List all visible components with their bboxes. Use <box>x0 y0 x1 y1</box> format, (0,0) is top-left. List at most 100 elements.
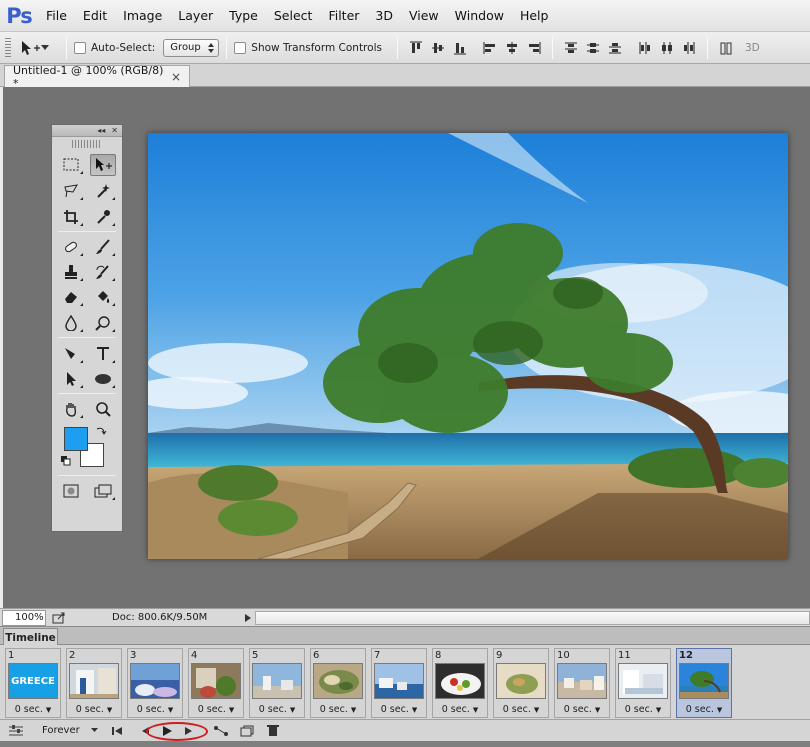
eyedropper-tool[interactable] <box>90 206 116 228</box>
timeline-frame[interactable]: 7 0 sec. ▼ <box>371 648 427 718</box>
blur-tool[interactable] <box>58 312 84 334</box>
frame-delay[interactable]: 0 sec. ▼ <box>433 704 487 715</box>
menu-window[interactable]: Window <box>447 0 512 31</box>
tween-button[interactable] <box>210 721 232 741</box>
swap-colors-icon[interactable] <box>95 425 107 437</box>
duplicate-frame-button[interactable] <box>236 721 258 741</box>
auto-select-dropdown[interactable]: Group <box>163 38 220 57</box>
close-panel-icon[interactable]: ✕ <box>111 126 118 135</box>
paint-bucket-tool[interactable] <box>90 286 116 308</box>
screen-mode-button[interactable] <box>90 480 116 502</box>
canvas-image[interactable] <box>148 133 788 559</box>
frame-number: 3 <box>130 650 137 661</box>
align-vcenter-button[interactable] <box>427 37 449 59</box>
type-tool[interactable] <box>90 343 116 365</box>
first-frame-button[interactable] <box>106 721 128 741</box>
distribute-bottom-button[interactable] <box>604 37 626 59</box>
frame-delay[interactable]: 0 sec. ▼ <box>372 704 426 715</box>
foreground-color-swatch[interactable] <box>64 427 88 451</box>
frame-delay[interactable]: 0 sec. ▼ <box>677 704 731 715</box>
align-right-button[interactable] <box>523 37 545 59</box>
align-bottom-button[interactable] <box>449 37 471 59</box>
frame-delay[interactable]: 0 sec. ▼ <box>128 704 182 715</box>
distribute-vcenter-button[interactable] <box>582 37 604 59</box>
move-tool[interactable] <box>90 154 116 176</box>
collapse-icon[interactable]: ◂◂ <box>97 126 105 135</box>
status-menu-arrow-icon[interactable] <box>244 613 252 623</box>
chevron-down-icon: ▼ <box>45 706 52 714</box>
align-top-button[interactable] <box>405 37 427 59</box>
loop-options-dropdown[interactable]: Forever <box>30 722 102 740</box>
menu-layer[interactable]: Layer <box>170 0 221 31</box>
zoom-tool[interactable] <box>90 398 116 420</box>
menu-filter[interactable]: Filter <box>320 0 367 31</box>
distribute-hcenter-button[interactable] <box>656 37 678 59</box>
crop-tool[interactable] <box>58 206 84 228</box>
zoom-level-field[interactable]: 100% <box>2 609 46 626</box>
default-colors-icon[interactable] <box>61 456 71 466</box>
magic-wand-icon <box>97 184 110 198</box>
timeline-options-icon[interactable] <box>8 725 24 737</box>
timeline-frame[interactable]: 6 0 sec. ▼ <box>310 648 366 718</box>
frame-delay[interactable]: 0 sec. ▼ <box>311 704 365 715</box>
healing-brush-tool[interactable] <box>58 236 84 258</box>
frame-delay[interactable]: 0 sec. ▼ <box>555 704 609 715</box>
quick-mask-button[interactable] <box>58 480 84 502</box>
menu-view[interactable]: View <box>401 0 447 31</box>
timeline-tab[interactable]: Timeline <box>3 628 58 646</box>
distribute-top-button[interactable] <box>560 37 582 59</box>
marquee-tool[interactable] <box>58 154 84 176</box>
hand-tool[interactable] <box>58 398 84 420</box>
close-icon[interactable]: × <box>171 70 181 84</box>
menu-select[interactable]: Select <box>266 0 321 31</box>
tools-grip[interactable] <box>72 140 102 148</box>
menu-3d[interactable]: 3D <box>367 0 401 31</box>
timeline-frame[interactable]: 3 0 sec. ▼ <box>127 648 183 718</box>
eraser-tool[interactable] <box>58 286 84 308</box>
frame-delay[interactable]: 0 sec. ▼ <box>6 704 60 715</box>
path-selection-tool[interactable] <box>58 368 84 390</box>
tools-panel-header[interactable]: ◂◂ ✕ <box>52 125 122 137</box>
tool-preset-picker[interactable] <box>19 39 59 57</box>
timeline-frame[interactable]: 12 0 sec. ▼ <box>676 648 732 718</box>
distribute-left-button[interactable] <box>634 37 656 59</box>
frame-delay[interactable]: 0 sec. ▼ <box>189 704 243 715</box>
menu-help[interactable]: Help <box>512 0 557 31</box>
ellipse-tool[interactable] <box>90 368 116 390</box>
timeline-frame[interactable]: 4 0 sec. ▼ <box>188 648 244 718</box>
frame-delay[interactable]: 0 sec. ▼ <box>67 704 121 715</box>
timeline-frame[interactable]: 2 0 sec. ▼ <box>66 648 122 718</box>
timeline-frame[interactable]: 8 0 sec. ▼ <box>432 648 488 718</box>
timeline-frame[interactable]: 5 0 sec. ▼ <box>249 648 305 718</box>
timeline-frame[interactable]: 9 0 sec. ▼ <box>493 648 549 718</box>
frame-delay[interactable]: 0 sec. ▼ <box>616 704 670 715</box>
delete-frame-button[interactable] <box>262 721 284 741</box>
history-brush-tool[interactable] <box>90 261 116 283</box>
timeline-frame[interactable]: 11 0 sec. ▼ <box>615 648 671 718</box>
frame-delay[interactable]: 0 sec. ▼ <box>250 704 304 715</box>
brush-tool[interactable] <box>90 236 116 258</box>
magic-wand-tool[interactable] <box>90 180 116 202</box>
distribute-right-button[interactable] <box>678 37 700 59</box>
export-icon[interactable] <box>52 612 66 624</box>
dodge-tool[interactable] <box>90 312 116 334</box>
clone-stamp-tool[interactable] <box>58 261 84 283</box>
menu-image[interactable]: Image <box>115 0 170 31</box>
frame-delay[interactable]: 0 sec. ▼ <box>494 704 548 715</box>
pen-tool[interactable] <box>58 343 84 365</box>
options-grip[interactable] <box>5 37 11 58</box>
align-hcenter-button[interactable] <box>501 37 523 59</box>
lasso-tool[interactable] <box>58 180 84 202</box>
horizontal-scrollbar[interactable] <box>255 611 810 625</box>
menu-file[interactable]: File <box>38 0 75 31</box>
document-tab[interactable]: Untitled-1 @ 100% (RGB/8) * × <box>4 64 190 90</box>
auto-select-checkbox[interactable] <box>74 41 86 54</box>
timeline-frame[interactable]: 10 0 sec. ▼ <box>554 648 610 718</box>
menu-edit[interactable]: Edit <box>75 0 115 31</box>
show-transform-checkbox[interactable] <box>234 41 247 54</box>
menu-type[interactable]: Type <box>221 0 266 31</box>
timeline-frame[interactable]: 1 GREECE 0 sec. ▼ <box>5 648 61 718</box>
distribute-hcenter-icon <box>661 41 672 54</box>
align-left-button[interactable] <box>479 37 501 59</box>
auto-align-button[interactable] <box>715 37 737 59</box>
